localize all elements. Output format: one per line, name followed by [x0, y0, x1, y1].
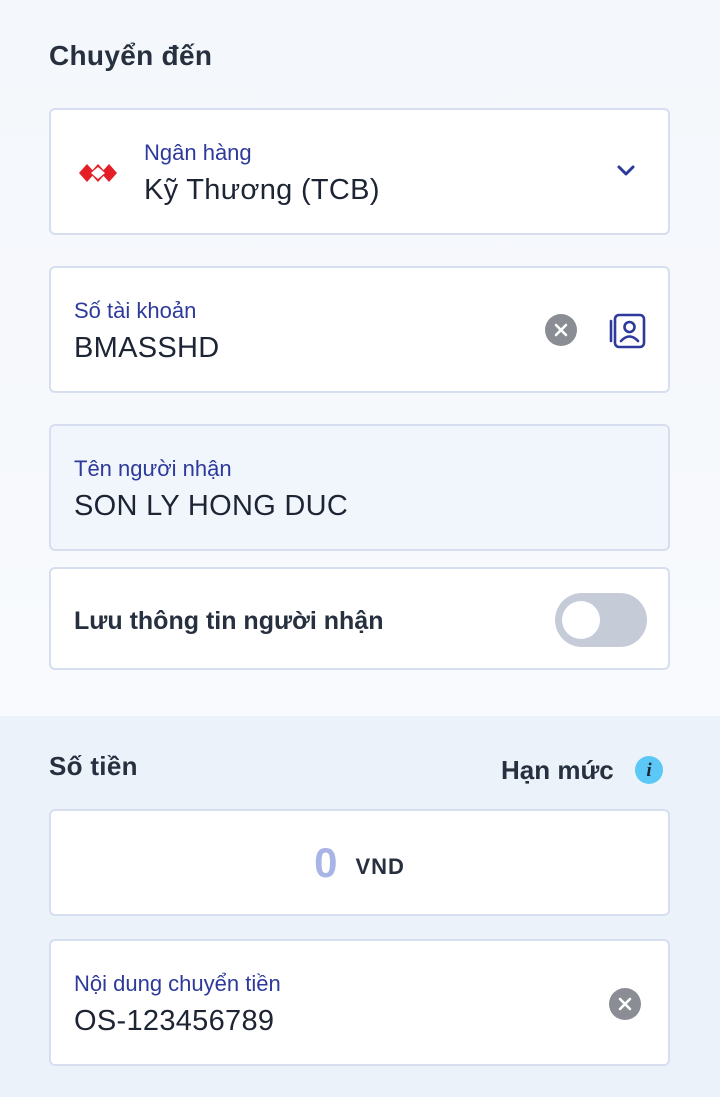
save-recipient-toggle[interactable] — [555, 593, 647, 647]
contact-book-icon[interactable] — [609, 312, 647, 350]
chevron-down-icon[interactable] — [614, 163, 638, 179]
account-label: Số tài khoản — [74, 298, 197, 323]
recipient-name-field: Tên người nhận SON LY HONG DUC — [49, 424, 670, 551]
recipient-label: Tên người nhận — [74, 456, 232, 481]
memo-label: Nội dung chuyển tiền — [74, 971, 281, 996]
toggle-knob — [562, 601, 600, 639]
amount-input[interactable]: 0 — [314, 839, 337, 887]
techcombank-logo-icon — [79, 160, 117, 186]
account-input[interactable]: BMASSHD — [74, 332, 220, 365]
memo-field[interactable]: Nội dung chuyển tiền OS-123456789 — [49, 939, 670, 1066]
clear-account-button[interactable] — [545, 314, 577, 346]
bank-label: Ngân hàng — [144, 140, 252, 165]
currency-label: VND — [355, 853, 405, 879]
transfer-to-title: Chuyển đến — [49, 40, 213, 71]
close-icon — [617, 996, 633, 1012]
recipient-value: SON LY HONG DUC — [74, 490, 349, 522]
save-recipient-label: Lưu thông tin người nhận — [74, 607, 384, 635]
limit-label[interactable]: Hạn mức — [501, 755, 614, 786]
amount-field[interactable]: 0 VND — [49, 809, 670, 916]
account-number-field[interactable]: Số tài khoản BMASSHD — [49, 266, 670, 393]
close-icon — [553, 322, 569, 338]
memo-input[interactable]: OS-123456789 — [74, 1005, 274, 1038]
amount-title: Số tiền — [49, 751, 138, 781]
clear-memo-button[interactable] — [609, 988, 641, 1020]
bank-select[interactable]: Ngân hàng Kỹ Thương (TCB) — [49, 108, 670, 235]
info-icon[interactable]: i — [635, 756, 663, 784]
bank-value: Kỹ Thương (TCB) — [144, 174, 380, 206]
save-recipient-row: Lưu thông tin người nhận — [49, 567, 670, 670]
